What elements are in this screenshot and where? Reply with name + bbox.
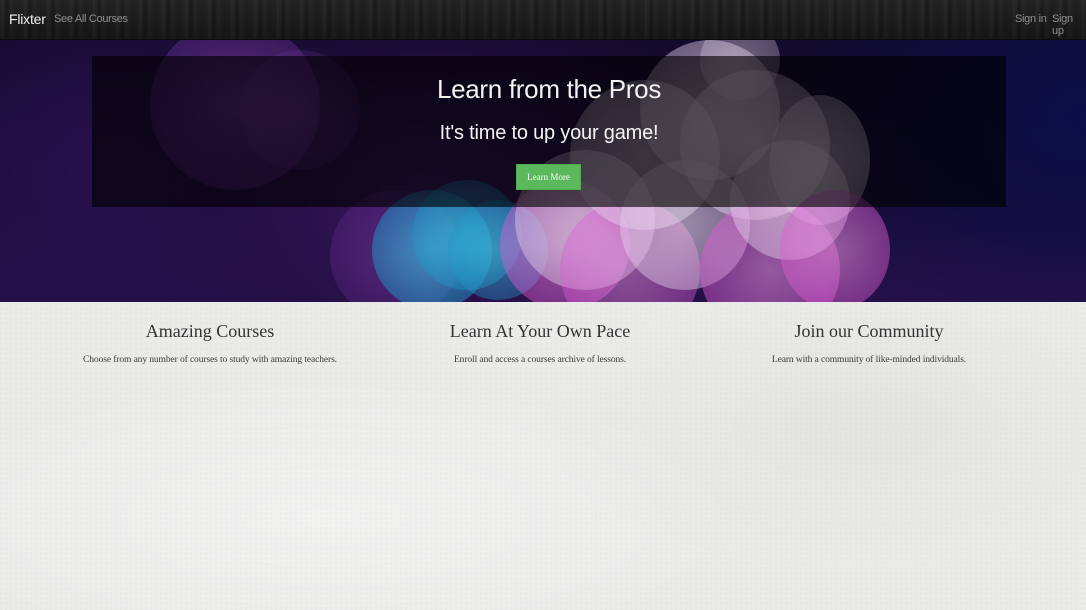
sign-up-link[interactable]: Sign up xyxy=(1052,13,1086,37)
feature-description: Enroll and access a courses archive of l… xyxy=(453,355,627,365)
brand-logo-link[interactable]: Flixter xyxy=(9,11,46,27)
hero-overlay-panel: Learn from the Pros It's time to up your… xyxy=(92,56,1006,207)
learn-more-button[interactable]: Learn More xyxy=(516,164,581,190)
feature-description: Learn with a community of like-minded in… xyxy=(771,355,967,365)
feature-own-pace: Learn At Your Own Pace Enroll and access… xyxy=(390,321,690,365)
feature-description: Choose from any number of courses to stu… xyxy=(83,355,337,365)
feature-title: Amazing Courses xyxy=(145,321,275,341)
feature-title: Join our Community xyxy=(794,321,944,341)
top-navbar: Flixter See All Courses Sign in Sign up xyxy=(0,0,1086,40)
see-all-courses-link[interactable]: See All Courses xyxy=(54,13,128,25)
hero-banner: Learn from the Pros It's time to up your… xyxy=(0,40,1086,302)
hero-subtitle: It's time to up your game! xyxy=(439,122,659,144)
feature-title: Learn At Your Own Pace xyxy=(449,321,631,341)
feature-amazing-courses: Amazing Courses Choose from any number o… xyxy=(60,321,360,365)
hero-title: Learn from the Pros xyxy=(436,74,662,104)
features-section: Amazing Courses Choose from any number o… xyxy=(0,302,1086,610)
feature-community: Join our Community Learn with a communit… xyxy=(719,321,1019,365)
sign-in-link[interactable]: Sign in xyxy=(1015,13,1047,25)
